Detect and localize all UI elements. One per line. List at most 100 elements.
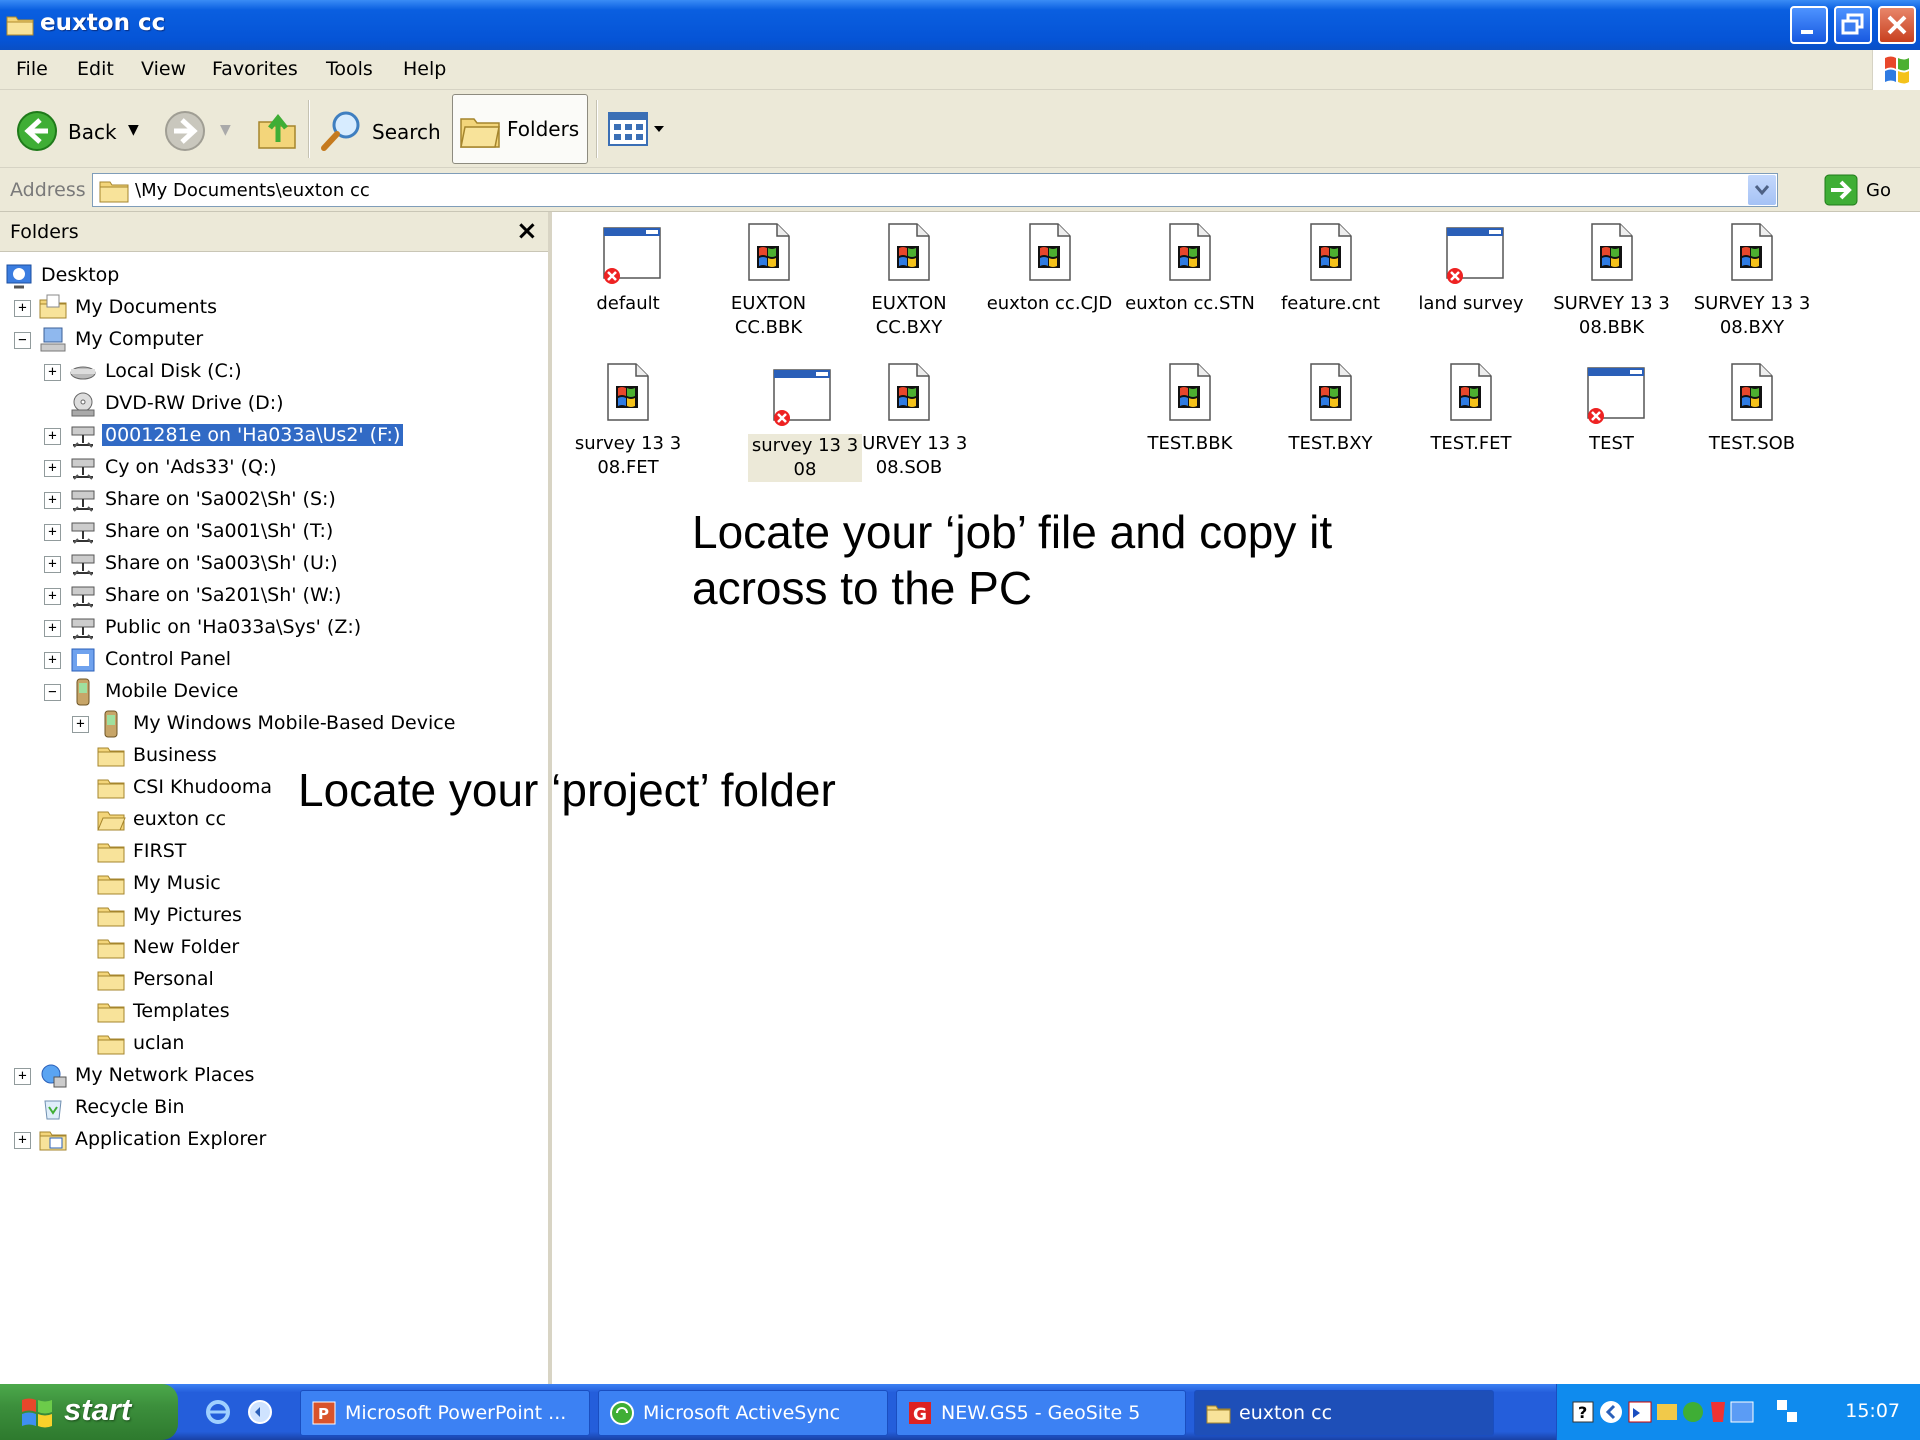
document-file-icon xyxy=(1445,362,1497,422)
file-item[interactable]: land survey xyxy=(1401,216,1541,356)
tree-item[interactable]: Desktop xyxy=(4,260,540,292)
network-drive-icon xyxy=(68,581,98,611)
menu-edit[interactable]: Edit xyxy=(77,58,114,80)
file-item[interactable]: euxton cc.STN xyxy=(1120,216,1260,356)
chevron-down-icon[interactable]: ▼ xyxy=(128,122,139,138)
tree-item[interactable]: + Local Disk (C:) xyxy=(44,356,540,388)
address-field[interactable]: \My Documents\euxton cc xyxy=(92,173,1778,207)
expand-icon[interactable]: + xyxy=(44,588,61,605)
tree-item[interactable]: + My Windows Mobile-Based Device xyxy=(72,708,540,740)
tree-item[interactable]: My Pictures xyxy=(72,900,540,932)
tree-item-label: My Network Places xyxy=(75,1064,255,1086)
views-button[interactable] xyxy=(606,94,670,164)
expand-icon[interactable]: + xyxy=(44,492,61,509)
tree-item[interactable]: + Application Explorer xyxy=(14,1124,540,1156)
taskbar-button[interactable]: euxton cc xyxy=(1194,1390,1494,1436)
file-item[interactable]: default xyxy=(558,216,698,356)
taskbar-button[interactable]: P Microsoft PowerPoint ... xyxy=(300,1390,590,1436)
tree-item[interactable]: +0001281e on 'Ha033a\Us2' (F:) xyxy=(44,420,540,452)
restore-button[interactable] xyxy=(1834,6,1872,44)
collapse-icon[interactable]: − xyxy=(14,332,31,349)
tree-item[interactable]: + Share on 'Sa201\Sh' (W:) xyxy=(44,580,540,612)
tree-item[interactable]: + Share on 'Sa002\Sh' (S:) xyxy=(44,484,540,516)
chevron-down-icon[interactable]: ▼ xyxy=(220,122,231,138)
tree-item[interactable]: − My Computer xyxy=(14,324,540,356)
taskbar-button[interactable]: G NEW.GS5 - GeoSite 5 xyxy=(896,1390,1186,1436)
tree-item[interactable]: My Music xyxy=(72,868,540,900)
go-button[interactable]: Go xyxy=(1866,180,1891,201)
folders-button[interactable]: Folders xyxy=(452,94,588,164)
search-button[interactable]: Search xyxy=(318,94,442,164)
tree-item[interactable]: Personal xyxy=(72,964,540,996)
tree-item[interactable]: − Mobile Device xyxy=(44,676,540,708)
expand-icon[interactable]: + xyxy=(44,620,61,637)
start-button[interactable]: start xyxy=(0,1384,178,1440)
file-item[interactable]: TEST xyxy=(1542,356,1682,496)
collapse-icon[interactable]: − xyxy=(44,684,61,701)
close-icon[interactable]: × xyxy=(516,216,538,246)
folder-icon xyxy=(96,965,126,995)
file-item[interactable]: survey 13 3 08 xyxy=(728,358,868,498)
file-name: TEST.BXY xyxy=(1288,433,1373,454)
tree-item[interactable]: FIRST xyxy=(72,836,540,868)
tree-item[interactable]: + Share on 'Sa001\Sh' (T:) xyxy=(44,516,540,548)
tree-item-label: Business xyxy=(133,744,217,766)
menu-file[interactable]: File xyxy=(16,58,48,80)
file-item[interactable]: TEST.FET xyxy=(1401,356,1541,496)
file-item[interactable]: survey 13 3 08.FET xyxy=(558,356,698,496)
tree-item[interactable]: Templates xyxy=(72,996,540,1028)
tree-item[interactable]: New Folder xyxy=(72,932,540,964)
up-folder-button[interactable] xyxy=(254,94,300,164)
menu-favorites[interactable]: Favorites xyxy=(212,58,298,80)
geosite-icon: G xyxy=(907,1400,933,1426)
file-item[interactable]: TEST.BBK xyxy=(1120,356,1260,496)
address-dropdown-button[interactable] xyxy=(1748,175,1776,205)
network-connection-icon[interactable] xyxy=(1775,1398,1801,1431)
menu-view[interactable]: View xyxy=(141,58,186,80)
tree-item[interactable]: + Cy on 'Ads33' (Q:) xyxy=(44,452,540,484)
file-item[interactable]: euxton cc.CJD xyxy=(980,216,1120,356)
tree-item[interactable]: uclan xyxy=(72,1028,540,1060)
file-item[interactable]: TEST.BXY xyxy=(1261,356,1401,496)
my-computer-icon xyxy=(38,325,68,355)
go-icon[interactable] xyxy=(1824,174,1858,206)
expand-icon[interactable]: + xyxy=(14,300,31,317)
file-item[interactable]: feature.cnt xyxy=(1261,216,1401,356)
tree-item-label: Share on 'Sa001\Sh' (T:) xyxy=(105,520,334,542)
file-item[interactable]: EUXTON CC.BBK xyxy=(699,216,839,356)
expand-icon[interactable]: + xyxy=(72,716,89,733)
expand-icon[interactable]: + xyxy=(44,556,61,573)
tree-item[interactable]: + My Network Places xyxy=(14,1060,540,1092)
tree-item[interactable]: Recycle Bin xyxy=(14,1092,540,1124)
expand-icon[interactable]: + xyxy=(44,364,61,381)
taskbar-button[interactable]: Microsoft ActiveSync xyxy=(598,1390,888,1436)
forward-button[interactable]: ▼ xyxy=(164,94,244,164)
tree-item-label: My Pictures xyxy=(133,904,242,926)
tree-item[interactable]: DVD-RW Drive (D:) xyxy=(44,388,540,420)
expand-icon[interactable]: + xyxy=(14,1132,31,1149)
show-desktop-icon[interactable] xyxy=(246,1398,274,1431)
file-item[interactable]: TEST.SOB xyxy=(1682,356,1822,496)
menu-tools[interactable]: Tools xyxy=(326,58,373,80)
application-window-icon xyxy=(1445,222,1504,284)
address-label: Address xyxy=(10,179,86,201)
tree-item[interactable]: + Public on 'Ha033a\Sys' (Z:) xyxy=(44,612,540,644)
close-button[interactable] xyxy=(1878,6,1916,44)
file-item[interactable]: SURVEY 13 3 08.BXY xyxy=(1682,216,1822,356)
expand-icon[interactable]: + xyxy=(44,524,61,541)
expand-icon[interactable]: + xyxy=(44,428,61,445)
back-button[interactable]: Back ▼ xyxy=(14,94,144,164)
expand-icon[interactable]: + xyxy=(44,460,61,477)
tree-item[interactable]: + Share on 'Sa003\Sh' (U:) xyxy=(44,548,540,580)
tree-item[interactable]: + My Documents xyxy=(14,292,540,324)
minimize-button[interactable] xyxy=(1790,6,1828,44)
file-item[interactable]: SURVEY 13 3 08.BBK xyxy=(1542,216,1682,356)
file-item[interactable]: EUXTON CC.BXY xyxy=(839,216,979,356)
tree-item-label: 0001281e on 'Ha033a\Us2' (F:) xyxy=(100,423,405,447)
menu-help[interactable]: Help xyxy=(403,58,446,80)
expand-icon[interactable]: + xyxy=(14,1068,31,1085)
tree-item[interactable]: + Control Panel xyxy=(44,644,540,676)
internet-explorer-icon[interactable] xyxy=(204,1398,232,1431)
title-bar[interactable]: euxton cc xyxy=(0,0,1920,50)
expand-icon[interactable]: + xyxy=(44,652,61,669)
